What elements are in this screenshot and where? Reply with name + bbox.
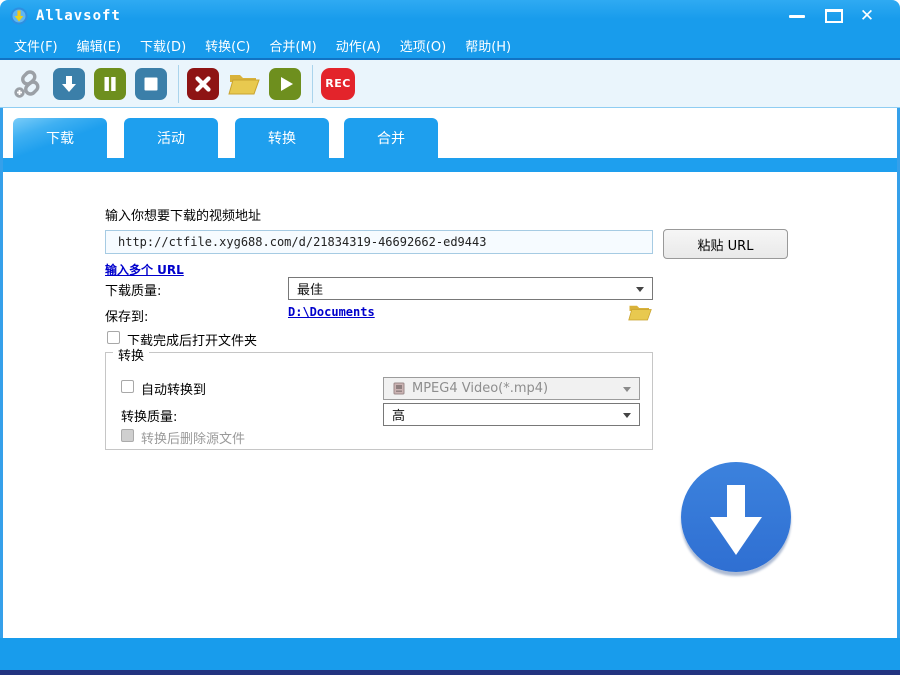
open-folder-button[interactable]: [228, 68, 260, 100]
open-folder-after-download-checkbox[interactable]: [107, 331, 120, 344]
save-path-link[interactable]: D:\Documents: [288, 305, 375, 319]
auto-convert-label[interactable]: 自动转换到: [141, 379, 206, 398]
menu-help[interactable]: 帮助(H): [465, 36, 511, 55]
menu-bar: 文件(F) 编辑(E) 下载(D) 转换(C) 合并(M) 动作(A) 选项(O…: [0, 32, 900, 58]
convert-quality-value: 高: [392, 409, 406, 424]
menu-download[interactable]: 下载(D): [140, 36, 186, 55]
convert-quality-dropdown[interactable]: 高: [383, 403, 640, 426]
convert-quality-label: 转换质量:: [121, 410, 178, 425]
tab-bar-underline: [0, 158, 900, 172]
big-download-arrow-icon: [710, 485, 762, 555]
tab-strip: 下载 活动 转换 合并: [0, 108, 900, 172]
menu-file[interactable]: 文件(F): [14, 36, 58, 55]
window-border-left: [0, 108, 3, 670]
tab-download[interactable]: 下载: [13, 118, 107, 158]
minimize-button[interactable]: [789, 15, 805, 18]
menu-merge[interactable]: 合并(M): [269, 36, 316, 55]
record-button[interactable]: REC: [321, 67, 355, 100]
toolbar: REC: [0, 58, 900, 108]
chevron-down-icon: [623, 387, 631, 392]
output-format-value: MPEG4 Video(*.mp4): [412, 381, 549, 396]
multi-url-link[interactable]: 输入多个 URL: [105, 261, 184, 278]
close-x-icon: [195, 75, 211, 92]
browse-folder-icon[interactable]: [627, 302, 653, 323]
menu-convert[interactable]: 转换(C): [205, 36, 250, 55]
link-plus-icon: [14, 69, 40, 98]
cancel-button[interactable]: [187, 67, 219, 100]
pause-button[interactable]: [94, 67, 126, 100]
auto-convert-checkbox[interactable]: [121, 380, 134, 393]
output-format-dropdown: MPEG4 Video(*.mp4): [383, 377, 640, 400]
toolbar-separator: [178, 64, 179, 103]
toolbar-separator: [312, 64, 313, 103]
add-url-button[interactable]: [12, 68, 44, 100]
download-panel: 输入你想要下载的视频地址 粘贴 URL 输入多个 URL 下载质量: 最佳 保存…: [0, 172, 900, 638]
delete-source-label: 转换后删除源文件: [141, 432, 246, 447]
download-button[interactable]: [53, 67, 85, 100]
tab-convert[interactable]: 转换: [235, 118, 329, 158]
download-arrow-icon: [62, 75, 76, 92]
pause-icon: [104, 76, 116, 91]
url-input[interactable]: [105, 230, 653, 254]
download-quality-dropdown[interactable]: 最佳: [288, 277, 653, 300]
url-label: 输入你想要下载的视频地址: [105, 209, 262, 224]
play-button[interactable]: [269, 67, 301, 100]
window-bottom-edge: [0, 670, 900, 675]
chevron-down-icon: [623, 413, 631, 418]
paste-url-button[interactable]: 粘贴 URL: [663, 229, 788, 259]
close-button[interactable]: ✕: [856, 5, 878, 27]
stop-icon: [144, 77, 158, 90]
save-to-label: 保存到:: [105, 310, 149, 325]
tab-merge[interactable]: 合并: [344, 118, 438, 158]
delete-source-checkbox: [121, 429, 134, 442]
convert-group-legend: 转换: [113, 345, 150, 364]
menu-edit[interactable]: 编辑(E): [77, 36, 121, 55]
maximize-button[interactable]: [825, 9, 843, 23]
allavsoft-window: Allavsoft ✕ 文件(F) 编辑(E) 下载(D) 转换(C) 合并(M…: [0, 0, 900, 675]
folder-icon: [228, 74, 260, 94]
title-bar: Allavsoft ✕: [0, 0, 900, 32]
download-quality-label: 下载质量:: [105, 284, 162, 299]
menu-action[interactable]: 动作(A): [336, 36, 381, 55]
stop-button[interactable]: [135, 67, 167, 100]
record-label: REC: [325, 77, 351, 90]
window-title: Allavsoft: [36, 8, 121, 24]
video-file-icon: [393, 382, 405, 395]
tab-activity[interactable]: 活动: [124, 118, 218, 158]
start-download-big-button[interactable]: [681, 462, 791, 572]
menu-options[interactable]: 选项(O): [400, 36, 446, 55]
chevron-down-icon: [636, 287, 644, 292]
app-logo-icon: [10, 7, 28, 25]
download-quality-value: 最佳: [297, 283, 324, 298]
status-bar: [0, 638, 900, 670]
play-icon: [281, 76, 293, 91]
